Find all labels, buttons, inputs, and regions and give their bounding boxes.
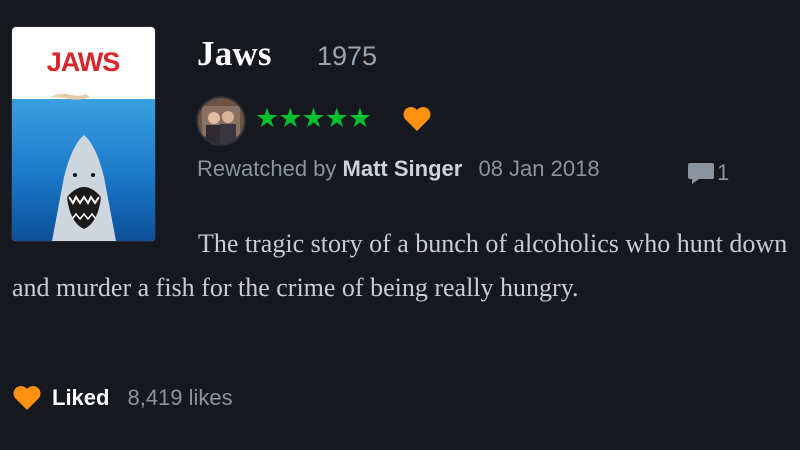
liked-toggle[interactable]: Liked	[52, 385, 109, 411]
film-title[interactable]: Jaws	[197, 34, 272, 74]
rating-stars: ★★★★★	[255, 103, 372, 133]
review-author-link[interactable]: Matt Singer	[343, 156, 463, 181]
poster-artwork: JAWS	[12, 27, 155, 241]
comment-bubble-icon	[688, 163, 714, 184]
rewatched-label: Rewatched by	[197, 156, 337, 181]
heart-icon[interactable]	[12, 385, 42, 411]
heart-icon	[402, 106, 432, 132]
review-date[interactable]: 08 Jan 2018	[478, 156, 599, 181]
user-avatar[interactable]	[198, 98, 244, 144]
review-meta: Rewatched by Matt Singer 08 Jan 2018	[197, 154, 600, 184]
poster-logo: JAWS	[47, 47, 120, 77]
film-poster[interactable]: JAWS	[12, 27, 155, 241]
comment-count: 1	[717, 160, 730, 185]
like-count-link[interactable]: 8,419 likes	[127, 385, 232, 411]
likes-bar: Liked 8,419 likes	[12, 383, 233, 413]
review-card: JAWS Jaws 1975 ★★★★★ Rewatched by Matt S…	[0, 0, 800, 450]
review-body: The tragic story of a bunch of alcoholic…	[12, 229, 788, 302]
comments-link[interactable]: 1	[687, 160, 729, 186]
film-year[interactable]: 1975	[317, 40, 377, 72]
avatar-photo	[198, 98, 244, 144]
